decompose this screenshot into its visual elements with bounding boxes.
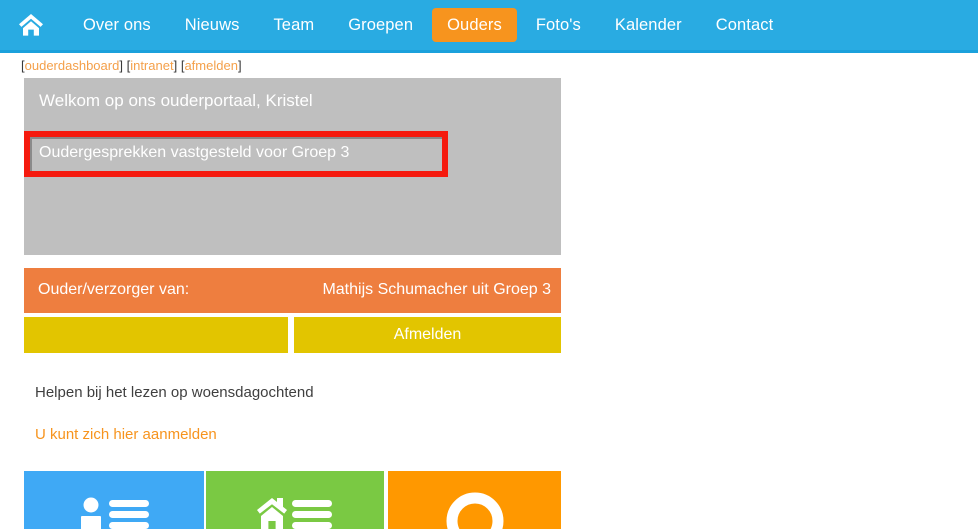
nav-item-over-ons[interactable]: Over ons (68, 8, 166, 43)
welcome-panel: Welkom op ons ouderportaal, Kristel Oude… (24, 78, 561, 255)
home-link[interactable] (10, 0, 52, 50)
notice-link-oudergesprekken[interactable]: Oudergesprekken vastgesteld voor Groep 3 (39, 142, 349, 164)
action-button-row: Afmelden (24, 317, 561, 353)
home-icon (18, 13, 44, 37)
person-list-icon (77, 497, 151, 529)
parent-info-value: Mathijs Schumacher uit Groep 3 (322, 281, 551, 298)
ring-circle-icon (443, 489, 507, 529)
tile-person-list[interactable] (24, 471, 204, 529)
navbar-items-container: Over ons Nieuws Team Groepen Ouders Foto… (0, 0, 978, 50)
nav-item-contact[interactable]: Contact (701, 8, 789, 43)
parent-info-bar: Ouder/verzorger van: Mathijs Schumacher … (24, 268, 561, 313)
quick-link-tiles (24, 471, 561, 529)
action-button-left[interactable] (24, 317, 288, 353)
main-navbar: Over ons Nieuws Team Groepen Ouders Foto… (0, 0, 978, 53)
nav-item-kalender[interactable]: Kalender (600, 8, 697, 43)
nav-item-groepen[interactable]: Groepen (333, 8, 428, 43)
afmelden-button[interactable]: Afmelden (294, 317, 561, 353)
signup-link[interactable]: U kunt zich hier aanmelden (35, 424, 561, 445)
tile-house-list[interactable] (206, 471, 384, 529)
nav-item-nieuws[interactable]: Nieuws (170, 8, 255, 43)
page-title: Welkom op ons ouderportaal, Kristel (39, 91, 313, 110)
nav-item-team[interactable]: Team (258, 8, 329, 43)
breadcrumb-link-ouderdashboard[interactable]: ouderdashboard (25, 58, 120, 73)
parent-info-label: Ouder/verzorger van: (38, 281, 190, 298)
breadcrumb-link-afmelden[interactable]: afmelden (184, 58, 237, 73)
nav-item-fotos[interactable]: Foto's (521, 8, 596, 43)
breadcrumb-bracket-close-3: ] (237, 58, 242, 73)
activity-description: Helpen bij het lezen op woensdagochtend (35, 384, 314, 401)
house-list-icon (257, 497, 333, 529)
tile-search[interactable] (388, 471, 561, 529)
breadcrumb: [ouderdashboard] [intranet] [afmelden] (21, 57, 242, 74)
breadcrumb-link-intranet[interactable]: intranet (130, 58, 173, 73)
main-content: Welkom op ons ouderportaal, Kristel Oude… (24, 78, 561, 445)
nav-item-ouders[interactable]: Ouders (432, 7, 517, 43)
